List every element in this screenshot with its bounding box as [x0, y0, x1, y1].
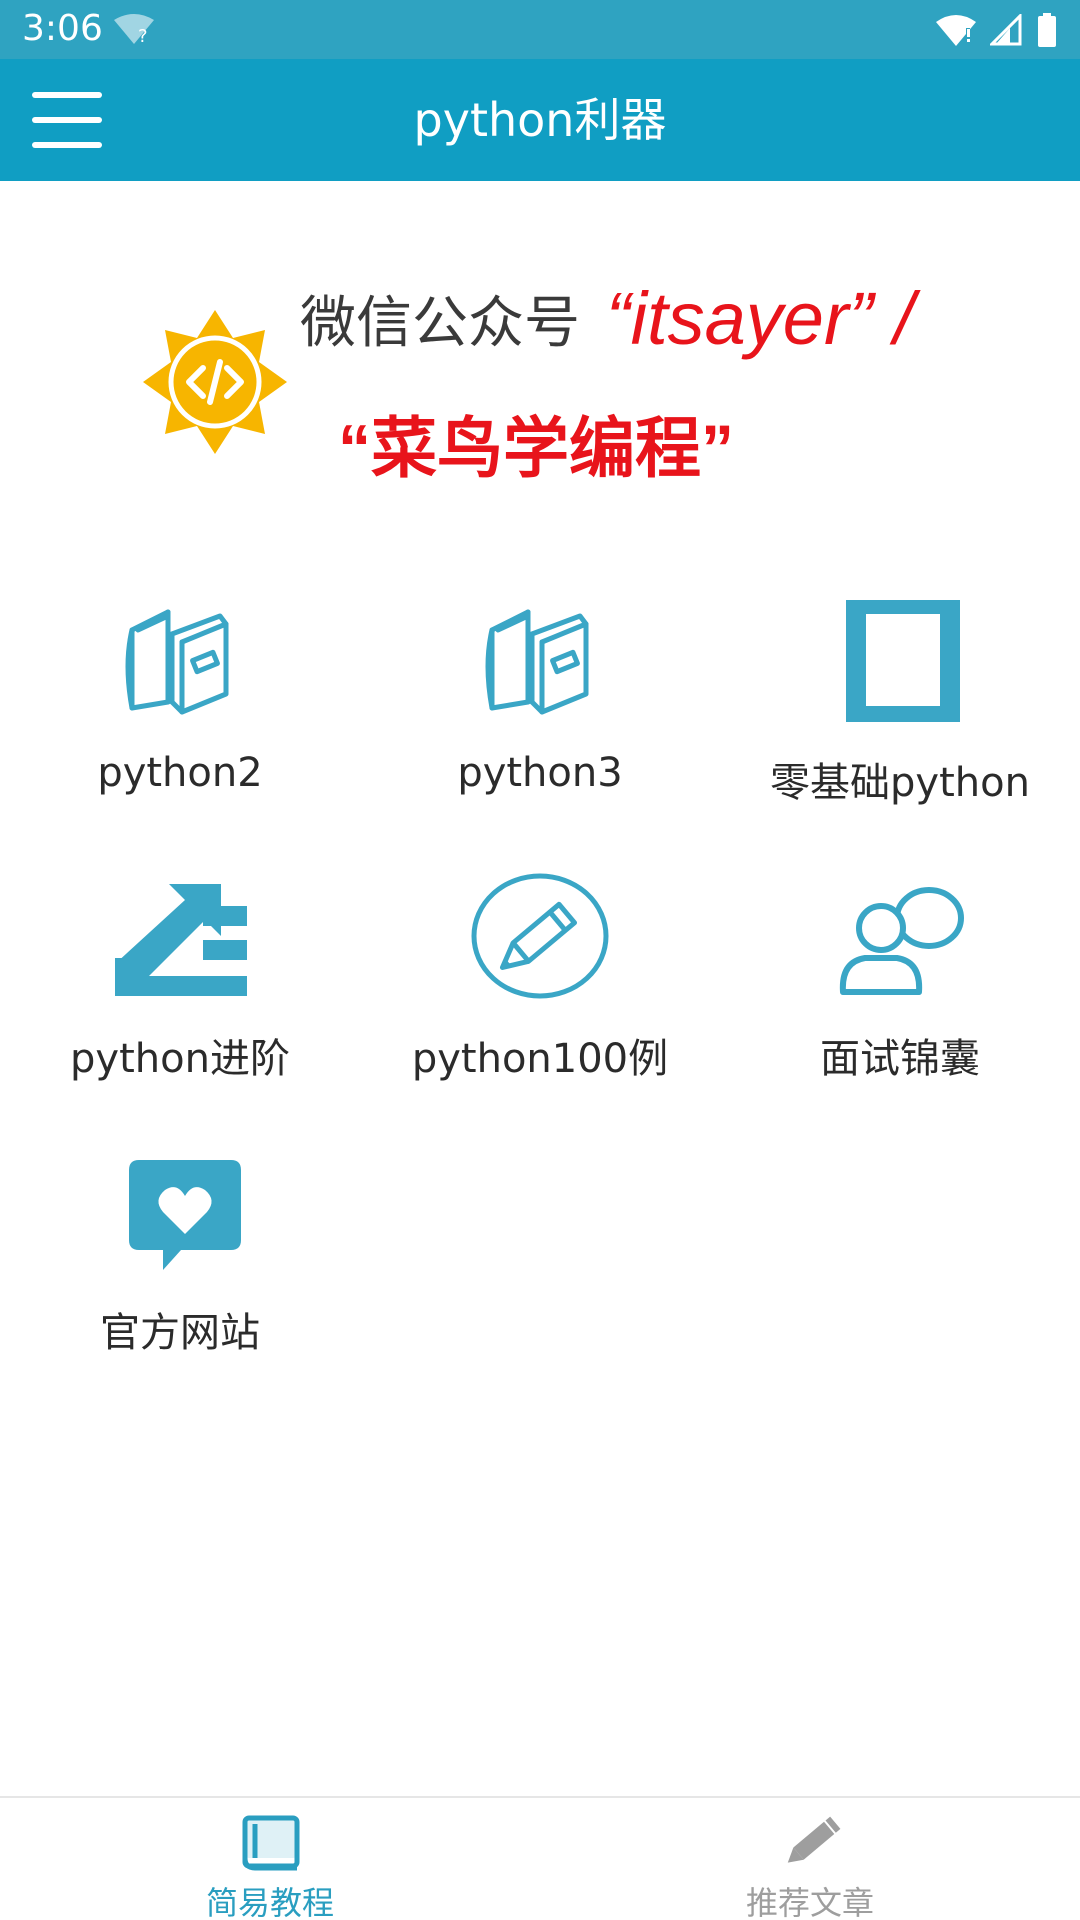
pencil-circle-icon — [471, 873, 609, 999]
app-screen: 3:06 ? python利器 微信公众号 “itsayer” / “菜鸟学编程… — [0, 0, 1080, 1920]
svg-text:?: ? — [138, 26, 148, 46]
status-icons — [936, 10, 1058, 50]
grid-item-label: 面试锦囊 — [820, 1036, 980, 1082]
grid-item-python-advanced[interactable]: python进阶 — [0, 866, 360, 1106]
wifi-icon — [936, 15, 976, 46]
banner-line-2: “菜鸟学编程” — [338, 411, 734, 485]
banner-prefix: 微信公众号 — [300, 291, 580, 354]
grid-item-label: python3 — [457, 750, 623, 796]
cell-signal-icon — [990, 14, 1022, 46]
bottom-navigation: 简易教程 推荐文章 — [0, 1796, 1080, 1920]
grid-item-zero-basics[interactable]: 零基础python — [720, 590, 1080, 830]
user-chat-icon — [839, 887, 964, 995]
wifi-unknown-icon: ? — [114, 14, 154, 46]
grid-item-python2[interactable]: python2 — [0, 590, 360, 830]
nav-label-tutorials: 简易教程 — [205, 1884, 334, 1920]
banner-line-1: 微信公众号 “itsayer” / — [300, 276, 914, 361]
heart-message-icon — [129, 1160, 241, 1270]
grid-item-python3[interactable]: python3 — [360, 590, 720, 830]
grid-item-label: python进阶 — [70, 1036, 290, 1082]
books-icon — [125, 609, 229, 715]
grid-item-label: 官方网站 — [100, 1310, 260, 1356]
app-title: python利器 — [413, 93, 667, 147]
grid-item-python-100-examples[interactable]: python100例 — [360, 866, 720, 1106]
status-time: 3:06 — [22, 8, 103, 49]
grid-item-label: 零基础python — [770, 760, 1030, 806]
books-icon — [485, 609, 589, 715]
grid-item-official-website[interactable]: 官方网站 — [0, 1140, 360, 1380]
nav-item-recommended-articles[interactable]: 推荐文章 — [540, 1798, 1080, 1920]
book-icon — [242, 1815, 300, 1871]
trending-list-icon — [115, 884, 247, 996]
grid-item-interview-tips[interactable]: 面试锦囊 — [720, 866, 1080, 1106]
battery-icon — [1038, 13, 1056, 47]
banner-account-name: “itsayer” / — [606, 277, 915, 360]
banner: 微信公众号 “itsayer” / “菜鸟学编程” — [0, 181, 1080, 581]
nav-label-recommended-articles: 推荐文章 — [745, 1884, 874, 1920]
grid-item-label: python100例 — [411, 1036, 669, 1082]
pencil-icon — [787, 1816, 841, 1863]
app-bar: python利器 — [0, 59, 1080, 181]
code-sun-logo-icon — [143, 310, 287, 454]
grid-item-label: python2 — [97, 750, 263, 796]
status-bar: 3:06 ? — [0, 0, 1080, 59]
square-frame-icon — [846, 600, 960, 722]
nav-item-tutorials[interactable]: 简易教程 — [0, 1798, 540, 1920]
